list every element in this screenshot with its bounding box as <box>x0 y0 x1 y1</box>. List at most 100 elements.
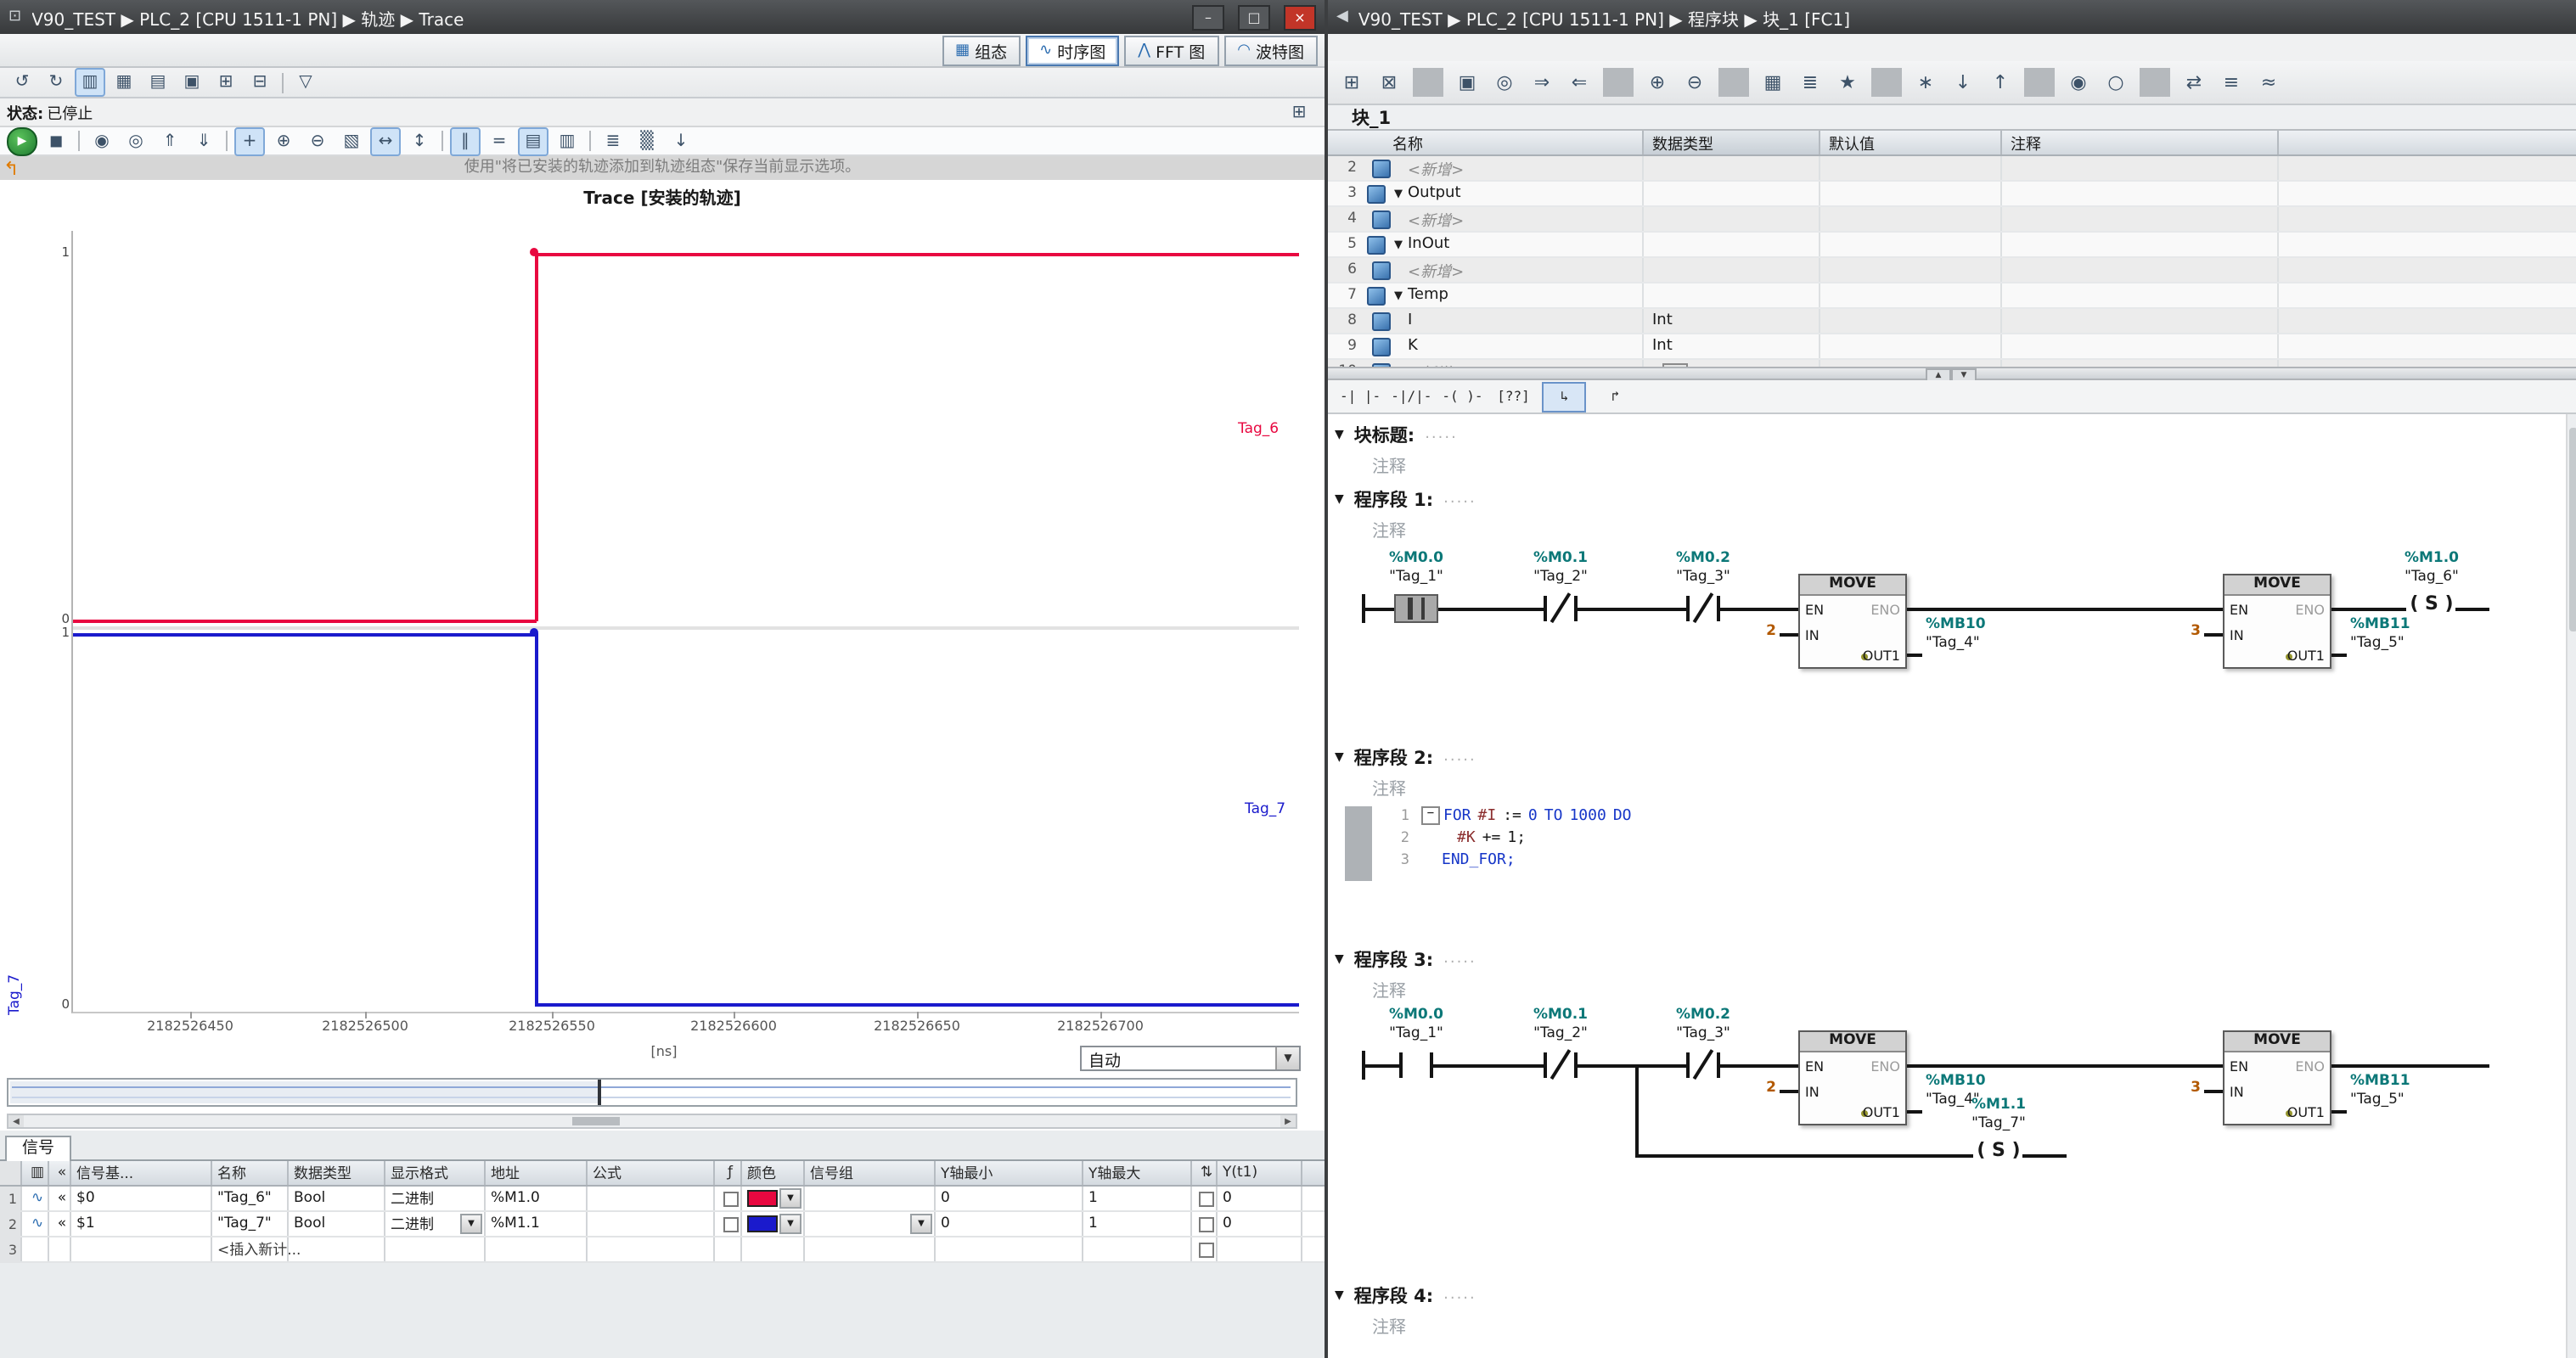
absolute-operands-icon[interactable]: ▦ <box>1756 66 1790 98</box>
interface-datatype-cell[interactable]: Int <box>1644 309 1820 333</box>
signal-base-cell[interactable]: $1 <box>71 1212 212 1236</box>
export-measurement-icon[interactable]: ⇑ <box>155 126 185 155</box>
trace-overview-strip[interactable] <box>7 1078 1297 1107</box>
dropdown-icon[interactable]: ▼ <box>460 1214 482 1234</box>
collapse-triangle-icon[interactable]: ▼ <box>1335 492 1344 506</box>
interface-name-cell[interactable]: ▼ <新增> <box>1389 258 1644 282</box>
interface-default-cell[interactable] <box>1820 258 2002 282</box>
dropdown-icon[interactable]: ▼ <box>779 1188 801 1209</box>
interface-datatype-cell[interactable] <box>1644 207 1820 231</box>
signal-color-cell[interactable]: ▼ <box>742 1187 805 1210</box>
upload-icon[interactable]: ↑ <box>1983 66 2017 98</box>
save-view-icon[interactable]: ↓ <box>666 126 696 155</box>
color-swatch[interactable] <box>747 1215 778 1232</box>
interface-comment-cell[interactable] <box>2002 258 2279 282</box>
trace-titlebar[interactable]: ⊡ V90_TEST ▶ PLC_2 [CPU 1511-1 PN] ▶ 轨迹 … <box>0 0 1325 34</box>
undo-icon[interactable]: ↺ <box>7 68 37 97</box>
sort-icon[interactable]: ⇅ <box>1192 1161 1218 1185</box>
time-scale-select[interactable]: 自动 ▼ <box>1080 1046 1301 1071</box>
fit-height-icon[interactable]: ↕ <box>404 126 435 155</box>
load-start-values-icon[interactable]: ⇐ <box>1562 66 1596 98</box>
tab-fft[interactable]: ⋀ FFT 图 <box>1124 35 1218 65</box>
header-name[interactable]: 名称 <box>212 1161 289 1185</box>
output-tag[interactable]: "Tag_5" <box>2350 635 2404 652</box>
interface-name-cell[interactable]: ▼ InOut <box>1389 233 1644 256</box>
interface-comment-cell[interactable] <box>2002 156 2279 180</box>
dropdown-icon[interactable]: ▼ <box>910 1214 932 1234</box>
signal-name-cell[interactable]: "Tag_6" <box>212 1187 289 1210</box>
y-max-cell[interactable]: 1 <box>1083 1187 1192 1210</box>
download-icon[interactable]: ↓ <box>1946 66 1980 98</box>
interface-comment-cell[interactable] <box>2002 283 2279 307</box>
input-constant[interactable]: 3 <box>2170 623 2201 640</box>
interface-default-cell[interactable] <box>1820 207 2002 231</box>
header-name[interactable]: 名称 <box>1328 131 1644 154</box>
operand-address[interactable]: %M0.1 <box>1513 550 1608 567</box>
no-contact[interactable] <box>1399 1052 1433 1078</box>
overview-cursor[interactable] <box>598 1080 601 1105</box>
minimize-button[interactable]: – <box>1192 4 1224 30</box>
network3-title-dots[interactable]: ..... <box>1443 951 1476 968</box>
scroll-right-icon[interactable]: ▶ <box>1280 1115 1296 1127</box>
operand-tag[interactable]: "Tag_2" <box>1513 1025 1608 1042</box>
network4-header[interactable]: ▼ 程序段 4: ..... <box>1335 1282 1476 1309</box>
start-trace-icon[interactable]: ▶ <box>7 126 37 155</box>
output-address[interactable]: %MB11 <box>2350 1073 2410 1090</box>
signal-format-cell[interactable]: 二进制 <box>385 1187 486 1210</box>
dropdown-icon[interactable]: ▼ <box>779 1214 801 1234</box>
trace-plot[interactable]: 1 0 1 0 Tag_6 Tag_7 2182 <box>71 231 1299 1013</box>
signal-base-cell[interactable]: $0 <box>71 1187 212 1210</box>
editor-settings-icon[interactable]: ≈ <box>2252 66 2286 98</box>
operand-tag[interactable]: "Tag_2" <box>1513 569 1608 586</box>
scrollbar-thumb[interactable] <box>2569 428 2576 631</box>
signal-insert-row[interactable]: 3 <插入新计... <box>0 1237 1325 1263</box>
interface-row[interactable]: 3 ▼ Output <box>1328 182 2576 207</box>
maximize-button[interactable]: □ <box>1238 4 1270 30</box>
operand-tag[interactable]: "Tag_3" <box>1656 1025 1751 1042</box>
formula-icon[interactable]: ƒ <box>715 1161 742 1185</box>
output-tag[interactable]: "Tag_4" <box>1926 635 1980 652</box>
output-tag[interactable]: "Tag_5" <box>2350 1091 2404 1108</box>
insert-new-signal-cell[interactable]: <插入新计... <box>212 1237 289 1261</box>
operand-address[interactable]: %M0.2 <box>1656 550 1751 567</box>
collapse-triangle-icon[interactable]: ▼ <box>1335 1288 1344 1302</box>
interface-datatype-cell[interactable] <box>1644 156 1820 180</box>
input-constant[interactable]: 3 <box>2170 1080 2201 1097</box>
signal-address-cell[interactable]: %M1.0 <box>486 1187 588 1210</box>
scrollbar-thumb[interactable] <box>572 1117 620 1125</box>
autoscale-cell[interactable] <box>1192 1187 1218 1210</box>
checkbox-icon[interactable] <box>723 1191 738 1206</box>
move-box[interactable]: MOVE EN ENO IN OUT1 <box>2223 574 2331 669</box>
signal-row[interactable]: 2 ∿ « $1 "Tag_7" Bool 二进制 ▼ %M1.1 ▼ <box>0 1212 1325 1237</box>
cross-references-icon[interactable]: ⇄ <box>2177 66 2211 98</box>
show-grid-icon[interactable]: ▒ <box>632 126 662 155</box>
signal-datatype-cell[interactable]: Bool <box>289 1212 385 1236</box>
scroll-left-icon[interactable]: ◀ <box>8 1115 24 1127</box>
signal-formula-cell[interactable] <box>588 1212 715 1236</box>
move-box[interactable]: MOVE EN ENO IN OUT1 <box>2223 1030 2331 1125</box>
block-title-dots[interactable]: ..... <box>1425 426 1458 443</box>
signal-expand-icon[interactable]: « <box>49 1212 71 1236</box>
interface-default-cell[interactable] <box>1820 182 2002 205</box>
call-structure-icon[interactable]: ≡ <box>2214 66 2248 98</box>
header-default[interactable]: 默认值 <box>1820 131 2002 154</box>
formula-check-cell[interactable] <box>715 1187 742 1210</box>
operand-tag[interactable]: "Tag_3" <box>1656 569 1751 586</box>
expand-networks-icon[interactable]: ⊕ <box>1640 66 1674 98</box>
close-button[interactable]: × <box>1284 4 1316 30</box>
scl-line[interactable]: 1 − FOR #I := 0 TO 1000 DO <box>1382 805 1639 827</box>
output-address[interactable]: %MB10 <box>1926 1073 1986 1090</box>
interface-comment-cell[interactable] <box>2002 334 2279 358</box>
interface-comment-cell[interactable] <box>2002 309 2279 333</box>
monitor-icon[interactable]: ▥ <box>22 1161 49 1185</box>
coil-tag[interactable]: "Tag_7" <box>1951 1115 2046 1132</box>
monitoring-icon[interactable]: ◉ <box>2061 66 2095 98</box>
coil-address[interactable]: %M1.0 <box>2384 550 2479 567</box>
network1-header[interactable]: ▼ 程序段 1: ..... <box>1335 485 1476 513</box>
collapse-triangle-icon[interactable]: ▼ <box>1335 428 1344 441</box>
collapse-icon[interactable]: « <box>49 1161 71 1185</box>
horizontal-scrollbar[interactable]: ◀ ▶ <box>7 1114 1297 1129</box>
collapse-triangle-icon[interactable]: ▼ <box>1335 952 1344 966</box>
header-datatype[interactable]: 数据类型 <box>1644 131 1820 154</box>
interface-comment-cell[interactable] <box>2002 233 2279 256</box>
